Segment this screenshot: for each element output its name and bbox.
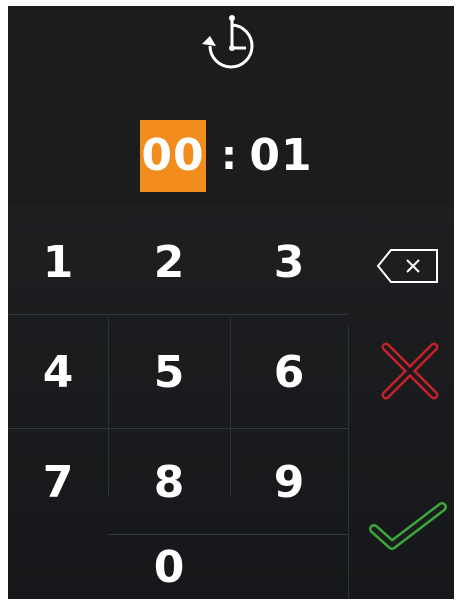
keypad-divider [348,326,349,599]
keypad-divider [8,314,348,315]
clock-icon [192,8,272,84]
numeric-keypad: 1 2 3 4 5 6 7 8 9 0 [8,206,454,599]
hours-field[interactable]: 00 [140,120,206,192]
key-2[interactable]: 2 [108,210,230,314]
key-7[interactable]: 7 [8,430,108,534]
cancel-button[interactable] [370,336,450,406]
minutes-field[interactable]: 01 [246,120,316,192]
backspace-icon [376,249,438,283]
key-5[interactable]: 5 [108,318,230,426]
cancel-icon [381,342,439,400]
key-8[interactable]: 8 [108,430,230,534]
key-6[interactable]: 6 [230,318,348,426]
key-0[interactable]: 0 [108,536,230,599]
key-4[interactable]: 4 [8,318,108,426]
time-display: 00 : 01 [8,120,454,192]
key-3[interactable]: 3 [230,210,348,314]
time-separator: : [221,133,237,179]
keypad-divider [8,428,348,429]
timer-screen: 00 : 01 1 2 3 4 5 6 7 8 9 0 [8,6,454,599]
checkmark-icon [369,502,447,550]
key-1[interactable]: 1 [8,210,108,314]
keypad-divider [108,534,348,535]
key-9[interactable]: 9 [230,430,348,534]
confirm-button[interactable] [366,496,450,556]
backspace-button[interactable] [368,236,448,296]
